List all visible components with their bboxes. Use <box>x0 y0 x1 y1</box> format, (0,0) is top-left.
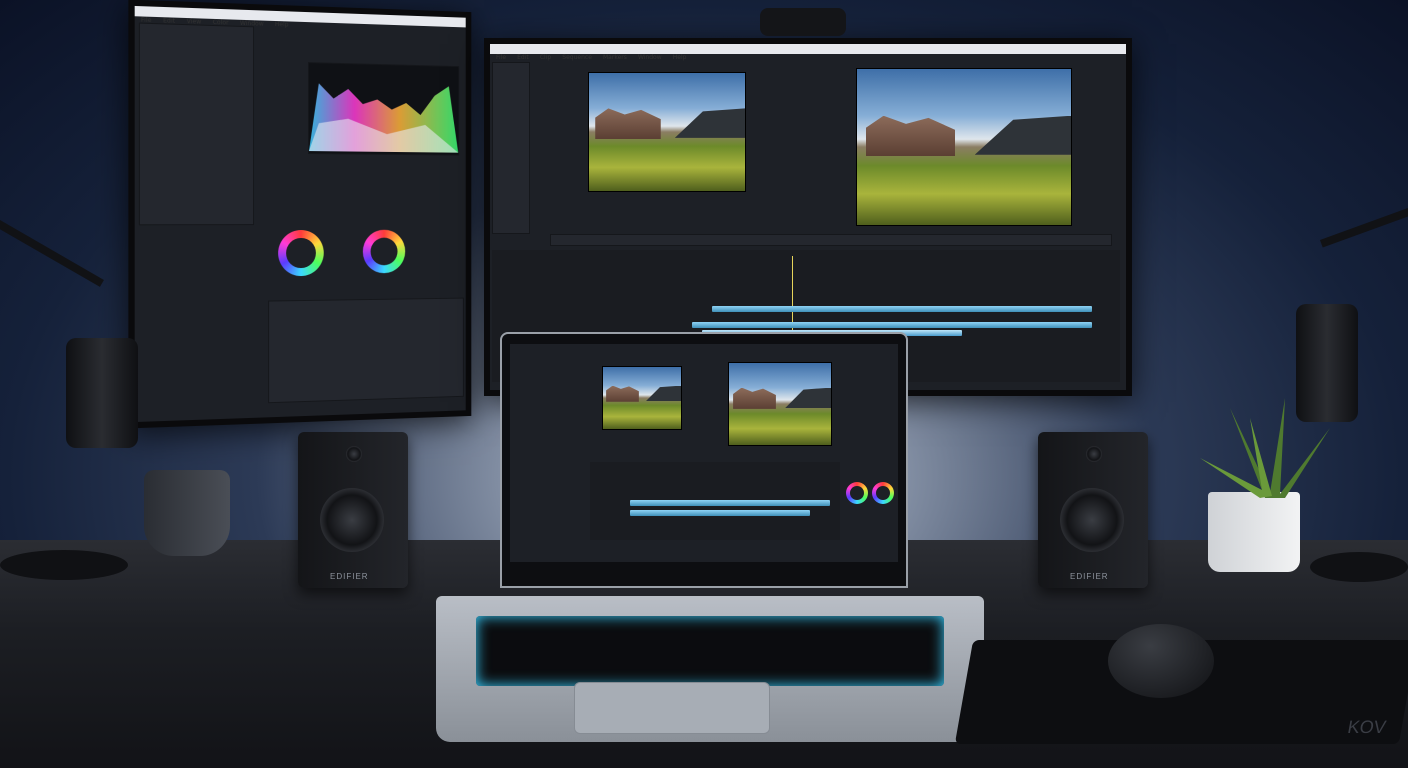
plant-leaves-icon <box>1200 398 1330 498</box>
left-monitor-screen: File Edit View Color Window Help <box>134 5 466 423</box>
menu-window[interactable]: Window <box>638 54 662 61</box>
menu-help[interactable]: Help <box>275 21 289 28</box>
laptop-color-wheel[interactable] <box>846 482 868 504</box>
project-panel <box>492 62 530 234</box>
swatch-panel <box>138 22 255 226</box>
mouse[interactable] <box>1108 624 1214 698</box>
histogram-panel <box>307 62 460 156</box>
source-monitor-preview <box>588 72 746 192</box>
keyboard[interactable] <box>476 616 944 686</box>
right-speaker-brand: EDIFIER <box>1070 572 1109 581</box>
right-mic-base <box>1310 552 1408 582</box>
properties-panel <box>268 297 464 404</box>
left-monitor: File Edit View Color Window Help <box>128 0 472 429</box>
left-mic-arm <box>0 220 104 287</box>
left-microphone <box>66 338 138 448</box>
laptop-source-preview <box>602 366 682 430</box>
color-wheel-left[interactable] <box>278 229 324 277</box>
histogram-icon <box>308 83 459 153</box>
menu-help[interactable]: Help <box>673 54 687 61</box>
timeline-clip[interactable] <box>630 510 810 516</box>
timeline-clip[interactable] <box>630 500 830 506</box>
cat-ear-cup <box>144 470 230 556</box>
laptop-program-preview <box>728 362 832 446</box>
right-mic-arm <box>1320 198 1408 248</box>
laptop-base <box>436 596 984 742</box>
left-speaker: EDIFIER <box>298 432 408 588</box>
timeline-clip[interactable] <box>692 322 1092 328</box>
right-speaker: EDIFIER <box>1038 432 1148 588</box>
program-monitor-preview <box>856 68 1072 226</box>
menu-markers[interactable]: Markers <box>603 54 627 61</box>
desk-scene: File Edit View Color Window Help File Ed… <box>0 0 1408 768</box>
menu-sequence[interactable]: Sequence <box>562 54 592 61</box>
center-menu-bar: File Edit Clip Sequence Markers Window H… <box>490 44 1126 61</box>
laptop-lid <box>500 332 908 588</box>
touchpad[interactable] <box>574 682 770 734</box>
mouse-pad-brand: KOV <box>1346 717 1388 737</box>
laptop-screen <box>510 344 898 562</box>
menu-file[interactable]: File <box>496 54 506 61</box>
timeline-clip[interactable] <box>712 306 1092 312</box>
menu-clip[interactable]: Clip <box>540 54 551 61</box>
laptop-color-wheel[interactable] <box>872 482 894 504</box>
left-speaker-brand: EDIFIER <box>330 572 369 581</box>
color-wheel-right[interactable] <box>362 229 406 274</box>
webcam <box>760 8 846 36</box>
laptop-timeline[interactable] <box>590 462 840 540</box>
left-mic-base <box>0 550 128 580</box>
menu-edit[interactable]: Edit <box>517 54 529 61</box>
transport-controls[interactable] <box>550 234 1112 246</box>
plant-pot <box>1208 492 1300 572</box>
